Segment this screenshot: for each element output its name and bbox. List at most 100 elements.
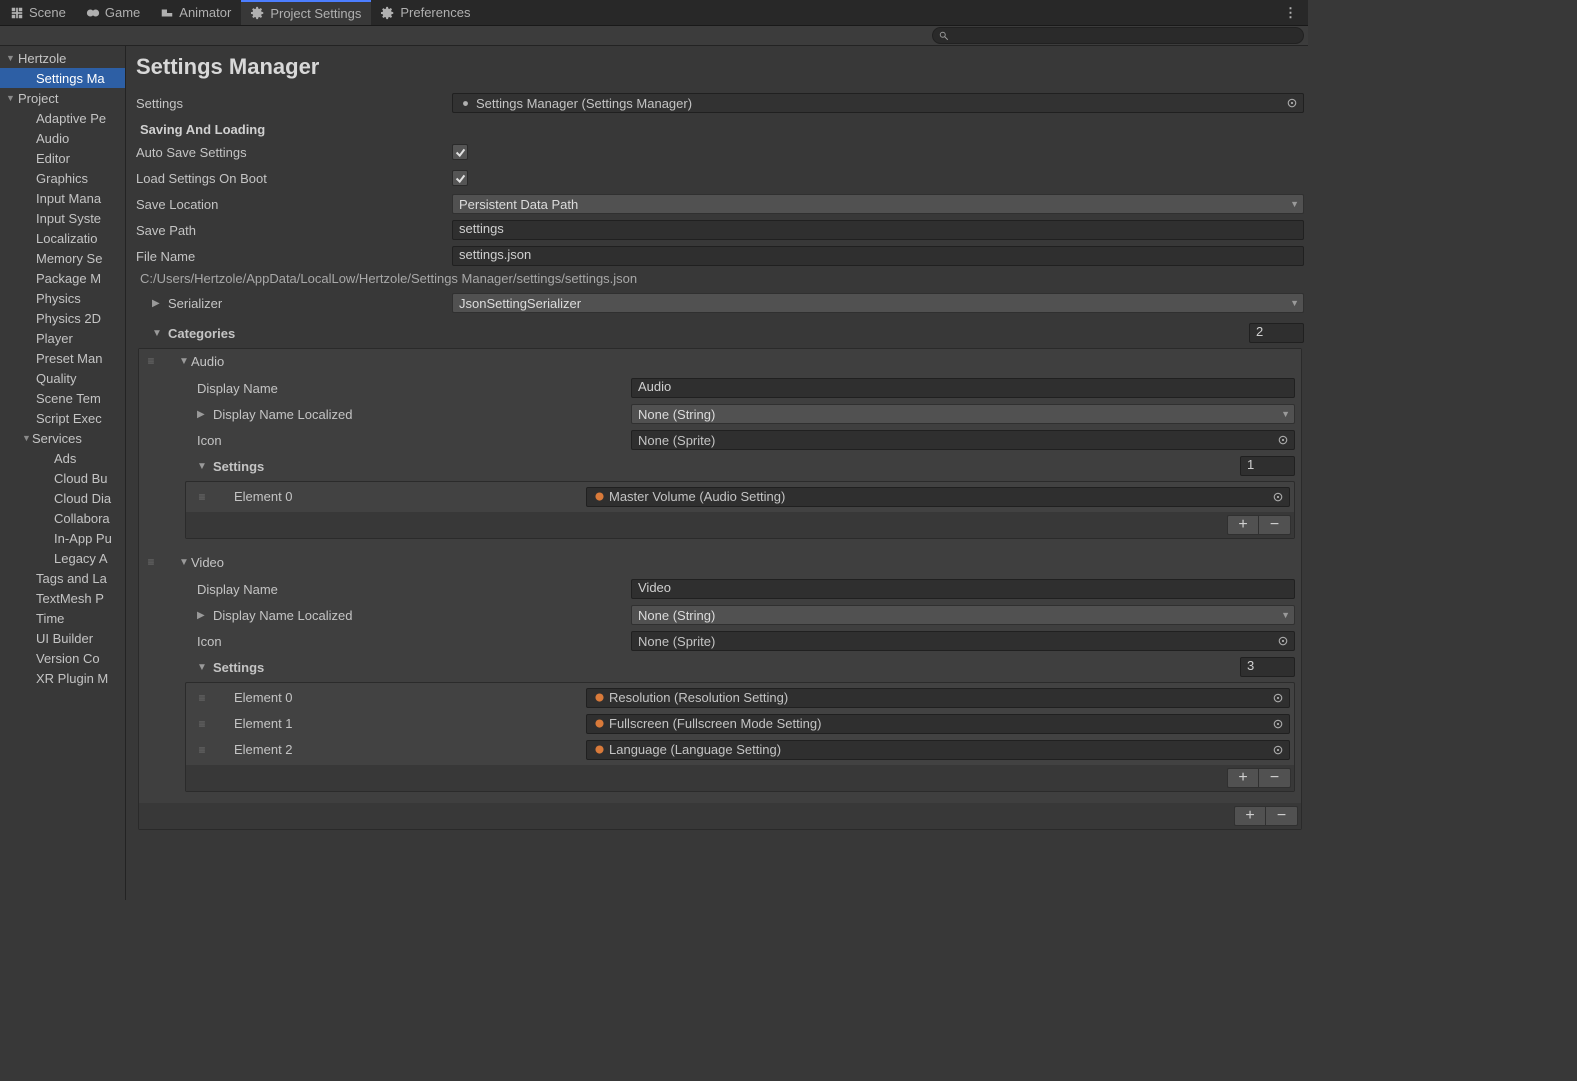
add-button[interactable]: +: [1227, 768, 1259, 788]
sidebar-item[interactable]: Scene Tem: [0, 388, 125, 408]
settings-count-input[interactable]: 1: [1240, 456, 1295, 476]
tab-preferences[interactable]: Preferences: [371, 0, 480, 25]
add-button[interactable]: +: [1234, 806, 1266, 826]
drag-handle-icon[interactable]: ≡: [194, 717, 208, 731]
serializer-dropdown[interactable]: JsonSettingSerializer▼: [452, 293, 1304, 313]
sidebar-item[interactable]: Memory Se: [0, 248, 125, 268]
gear-icon: [459, 97, 472, 110]
element-field[interactable]: Language (Language Setting): [586, 740, 1290, 760]
file-name-label: File Name: [136, 249, 452, 264]
add-button[interactable]: +: [1227, 515, 1259, 535]
foldout-arrow-icon[interactable]: ▼: [197, 662, 209, 673]
tab-animator[interactable]: Animator: [150, 0, 241, 25]
foldout-arrow-icon[interactable]: ▼: [179, 557, 191, 568]
drag-handle-icon[interactable]: ≡: [194, 490, 208, 504]
sidebar-item[interactable]: Quality: [0, 368, 125, 388]
element-label: ≡Element 1: [190, 716, 586, 731]
foldout-arrow-icon[interactable]: ▶: [152, 298, 164, 309]
chevron-down-icon: ▼: [1281, 610, 1290, 620]
sidebar-item[interactable]: Editor: [0, 148, 125, 168]
sidebar-item[interactable]: Adaptive Pe: [0, 108, 125, 128]
sidebar-item[interactable]: Input Syste: [0, 208, 125, 228]
object-picker-icon[interactable]: [1269, 741, 1287, 759]
sidebar-item[interactable]: UI Builder: [0, 628, 125, 648]
icon-field[interactable]: None (Sprite): [631, 430, 1295, 450]
foldout-arrow-icon[interactable]: ▼: [197, 461, 209, 472]
sidebar-item[interactable]: Ads: [0, 448, 125, 468]
tab-label: Preferences: [400, 5, 470, 20]
file-name-input[interactable]: settings.json: [452, 246, 1304, 266]
object-picker-icon[interactable]: [1283, 94, 1301, 112]
sidebar-item[interactable]: Script Exec: [0, 408, 125, 428]
gear-icon: [593, 490, 606, 503]
foldout-arrow-icon[interactable]: ▶: [197, 610, 209, 621]
search-input[interactable]: [932, 27, 1304, 44]
sidebar-item[interactable]: Tags and La: [0, 568, 125, 588]
sidebar-item[interactable]: Package M: [0, 268, 125, 288]
object-picker-icon[interactable]: [1274, 431, 1292, 449]
sidebar-item[interactable]: Localizatio: [0, 228, 125, 248]
sidebar-item[interactable]: Version Co: [0, 648, 125, 668]
remove-button[interactable]: −: [1266, 806, 1298, 826]
load-boot-label: Load Settings On Boot: [136, 171, 452, 186]
object-picker-icon[interactable]: [1269, 689, 1287, 707]
sidebar-item[interactable]: Time: [0, 608, 125, 628]
drag-handle-icon[interactable]: ≡: [143, 555, 157, 569]
drag-handle-icon[interactable]: ≡: [194, 743, 208, 757]
sidebar-item[interactable]: Collabora: [0, 508, 125, 528]
sidebar-item[interactable]: Legacy A: [0, 548, 125, 568]
remove-button[interactable]: −: [1259, 768, 1291, 788]
element-field[interactable]: Resolution (Resolution Setting): [586, 688, 1290, 708]
icon-field[interactable]: None (Sprite): [631, 631, 1295, 651]
sidebar-item[interactable]: Cloud Dia: [0, 488, 125, 508]
element-field[interactable]: Fullscreen (Fullscreen Mode Setting): [586, 714, 1290, 734]
drag-handle-icon[interactable]: ≡: [143, 354, 157, 368]
category-audio-header: ≡ ▼ Audio: [139, 349, 1301, 373]
tab-project-settings[interactable]: Project Settings: [241, 0, 371, 25]
settings-count-input[interactable]: 3: [1240, 657, 1295, 677]
sidebar-item[interactable]: Physics: [0, 288, 125, 308]
sidebar-item[interactable]: In-App Pu: [0, 528, 125, 548]
settings-object-field[interactable]: Settings Manager (Settings Manager): [452, 93, 1304, 113]
drag-handle-icon[interactable]: ≡: [194, 691, 208, 705]
save-path-input[interactable]: settings: [452, 220, 1304, 240]
categories-count-input[interactable]: 2: [1249, 323, 1304, 343]
foldout-arrow-icon[interactable]: ▶: [197, 409, 209, 420]
sidebar-item[interactable]: Graphics: [0, 168, 125, 188]
sidebar-item-settings-manager[interactable]: Settings Ma: [0, 68, 125, 88]
sidebar-item[interactable]: XR Plugin M: [0, 668, 125, 688]
foldout-arrow-icon[interactable]: ▼: [152, 328, 164, 339]
tab-overflow-button[interactable]: ⋮: [1274, 5, 1308, 21]
game-icon: [86, 6, 100, 20]
display-name-input[interactable]: Audio: [631, 378, 1295, 398]
element-field[interactable]: Master Volume (Audio Setting): [586, 487, 1290, 507]
sidebar-item[interactable]: Input Mana: [0, 188, 125, 208]
load-boot-checkbox[interactable]: [452, 170, 468, 186]
object-picker-icon[interactable]: [1269, 715, 1287, 733]
category-video-header: ≡ ▼ Video: [139, 550, 1301, 574]
auto-save-checkbox[interactable]: [452, 144, 468, 160]
display-name-input[interactable]: Video: [631, 579, 1295, 599]
auto-save-label: Auto Save Settings: [136, 145, 452, 160]
sidebar-item-services[interactable]: ▼Services: [0, 428, 125, 448]
sidebar-item[interactable]: TextMesh P: [0, 588, 125, 608]
sidebar-item[interactable]: Player: [0, 328, 125, 348]
sidebar-item[interactable]: Physics 2D: [0, 308, 125, 328]
remove-button[interactable]: −: [1259, 515, 1291, 535]
display-name-localized-dropdown[interactable]: None (String)▼: [631, 404, 1295, 424]
display-name-localized-dropdown[interactable]: None (String)▼: [631, 605, 1295, 625]
sidebar-item-hertzole[interactable]: ▼Hertzole: [0, 48, 125, 68]
chevron-down-icon: ▼: [1290, 199, 1299, 209]
sidebar: ▼Hertzole Settings Ma ▼Project Adaptive …: [0, 46, 126, 900]
save-location-dropdown[interactable]: Persistent Data Path▼: [452, 194, 1304, 214]
sidebar-item[interactable]: Cloud Bu: [0, 468, 125, 488]
sidebar-item[interactable]: Audio: [0, 128, 125, 148]
object-picker-icon[interactable]: [1269, 488, 1287, 506]
sidebar-item-project[interactable]: ▼Project: [0, 88, 125, 108]
sidebar-item[interactable]: Preset Man: [0, 348, 125, 368]
toolbar: [0, 26, 1308, 46]
foldout-arrow-icon[interactable]: ▼: [179, 356, 191, 367]
tab-game[interactable]: Game: [76, 0, 150, 25]
object-picker-icon[interactable]: [1274, 632, 1292, 650]
tab-scene[interactable]: Scene: [0, 0, 76, 25]
